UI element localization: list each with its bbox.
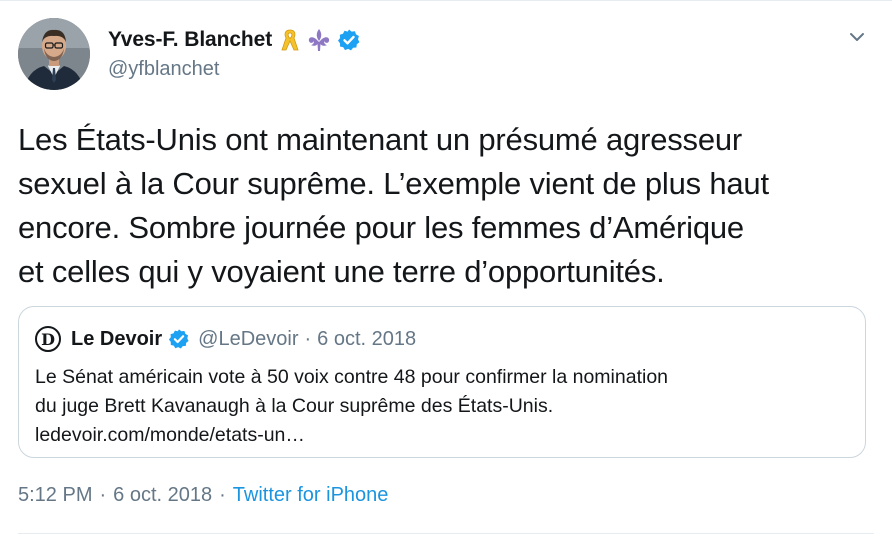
author-handle[interactable]: @yfblanchet: [108, 58, 219, 81]
verified-badge-icon: [168, 328, 190, 350]
separator-dot: ·: [219, 484, 226, 506]
avatar[interactable]: [18, 18, 90, 90]
tweet-text-line: et celles qui y voyaient une terre d’opp…: [18, 254, 665, 289]
top-divider: [0, 0, 892, 1]
quoted-link[interactable]: ledevoir.com/monde/etats-un…: [35, 421, 855, 450]
quoted-text-line: Le Sénat américain vote à 50 voix contre…: [35, 366, 669, 388]
tweet-text-line: Les États-Unis ont maintenant un présumé…: [18, 122, 743, 157]
quoted-date: 6 oct. 2018: [317, 327, 417, 350]
quoted-tweet-card[interactable]: D Le Devoir @LeDevoir · 6 oct. 2018 Le S…: [18, 306, 866, 458]
author-name[interactable]: Yves-F. Blanchet: [108, 28, 272, 52]
quoted-author-name: Le Devoir: [71, 327, 163, 350]
tweet-footer: 5:12 PM · 6 oct. 2018 · Twitter for iPho…: [18, 484, 388, 507]
separator-dot: ·: [304, 327, 312, 350]
tweet-source-link[interactable]: Twitter for iPhone: [233, 484, 389, 507]
tweet-text: Les États-Unis ont maintenant un présumé…: [18, 118, 878, 294]
quoted-author-handle: @LeDevoir: [198, 327, 299, 350]
chevron-down-icon[interactable]: [846, 26, 868, 48]
fleur-de-lis-icon: [306, 27, 332, 53]
avatar-portrait-image: [18, 18, 90, 90]
author-name-row: Yves-F. Blanchet: [108, 26, 361, 54]
verified-badge-icon: [337, 28, 361, 52]
quoted-tweet-header: D Le Devoir @LeDevoir · 6 oct. 2018: [35, 325, 416, 353]
bottom-divider: [18, 533, 874, 534]
separator-dot: ·: [99, 484, 107, 506]
quoted-text-line: du juge Brett Kavanaugh à la Cour suprêm…: [35, 395, 554, 417]
tweet-date[interactable]: 6 oct. 2018: [113, 484, 212, 507]
tweet-text-line: sexuel à la Cour suprême. L’exemple vien…: [18, 166, 769, 201]
yellow-ribbon-icon: [280, 27, 300, 53]
tweet-text-line: encore. Sombre journée pour les femmes d…: [18, 210, 744, 245]
le-devoir-logo-icon: D: [35, 326, 61, 352]
quoted-tweet-text: Le Sénat américain vote à 50 voix contre…: [35, 363, 855, 450]
tweet-time[interactable]: 5:12 PM: [18, 484, 92, 507]
